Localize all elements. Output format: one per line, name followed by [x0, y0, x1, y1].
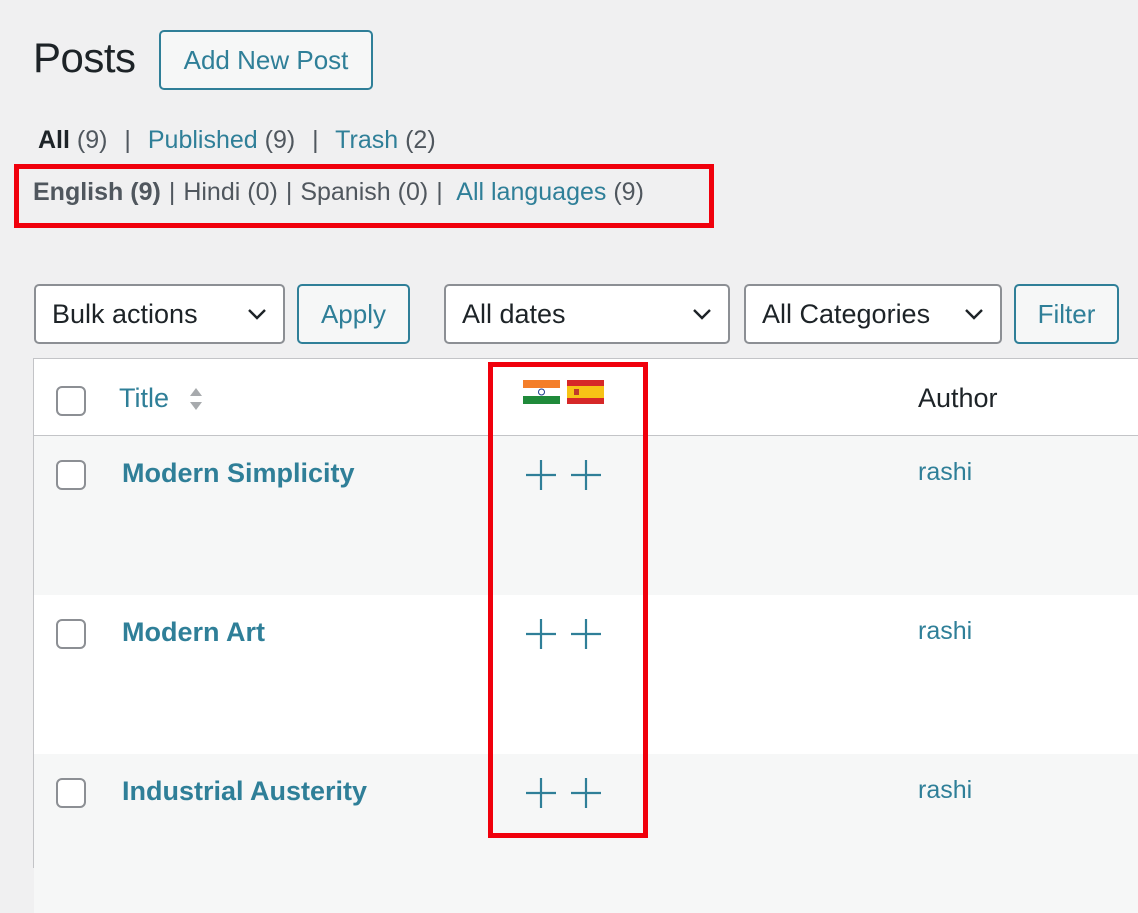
- table-row: Modern Art rashi: [34, 595, 1138, 754]
- separator: |: [312, 126, 319, 154]
- apply-button[interactable]: Apply: [297, 284, 410, 344]
- categories-select[interactable]: All Categories: [744, 284, 1002, 344]
- filter-button[interactable]: Filter: [1014, 284, 1119, 344]
- post-author-link[interactable]: rashi: [918, 458, 972, 487]
- sort-arrows-icon[interactable]: [187, 384, 205, 414]
- add-spanish-translation-icon[interactable]: [569, 617, 603, 651]
- bulk-actions-value: Bulk actions: [52, 298, 198, 329]
- status-all-count: (9): [76, 126, 108, 154]
- row-checkbox[interactable]: [56, 460, 86, 490]
- status-published-link[interactable]: Published: [148, 126, 258, 154]
- row-checkbox[interactable]: [56, 619, 86, 649]
- status-filter-links: All (9) | Published (9) | Trash (2): [38, 126, 436, 155]
- status-all-link[interactable]: All: [38, 126, 70, 154]
- status-published-count: (9): [264, 126, 296, 154]
- add-hindi-translation-icon[interactable]: [524, 776, 558, 810]
- posts-table: Title Author Modern Simplicity rashi Mod…: [33, 358, 1138, 913]
- page-title: Posts: [33, 34, 136, 81]
- post-author-link[interactable]: rashi: [918, 617, 972, 646]
- status-trash-count: (2): [405, 126, 436, 154]
- post-title-link[interactable]: Modern Simplicity: [122, 458, 355, 489]
- post-author-link[interactable]: rashi: [918, 776, 972, 805]
- dates-value: All dates: [462, 298, 566, 329]
- post-title-link[interactable]: Industrial Austerity: [122, 776, 367, 807]
- select-all-checkbox[interactable]: [56, 386, 86, 416]
- add-spanish-translation-icon[interactable]: [569, 776, 603, 810]
- table-header: Title Author: [34, 359, 1138, 437]
- author-column-header: Author: [918, 383, 998, 413]
- post-title-link[interactable]: Modern Art: [122, 617, 265, 648]
- chevron-down-icon: [693, 309, 711, 320]
- add-hindi-translation-icon[interactable]: [524, 617, 558, 651]
- india-flag-icon: [523, 380, 560, 404]
- add-hindi-translation-icon[interactable]: [524, 458, 558, 492]
- add-new-post-button[interactable]: Add New Post: [159, 30, 373, 90]
- add-spanish-translation-icon[interactable]: [569, 458, 603, 492]
- table-row: Modern Simplicity rashi: [34, 436, 1138, 595]
- table-row: Industrial Austerity rashi: [34, 754, 1138, 913]
- row-checkbox[interactable]: [56, 778, 86, 808]
- chevron-down-icon: [965, 309, 983, 320]
- bulk-actions-select[interactable]: Bulk actions: [34, 284, 285, 344]
- spain-flag-icon: [567, 380, 604, 404]
- status-trash-link[interactable]: Trash: [335, 126, 398, 154]
- dates-select[interactable]: All dates: [444, 284, 730, 344]
- title-column-header[interactable]: Title: [119, 383, 169, 414]
- separator: |: [124, 126, 131, 154]
- categories-value: All Categories: [762, 298, 931, 329]
- language-filter-highlight: [14, 164, 714, 228]
- chevron-down-icon: [248, 309, 266, 320]
